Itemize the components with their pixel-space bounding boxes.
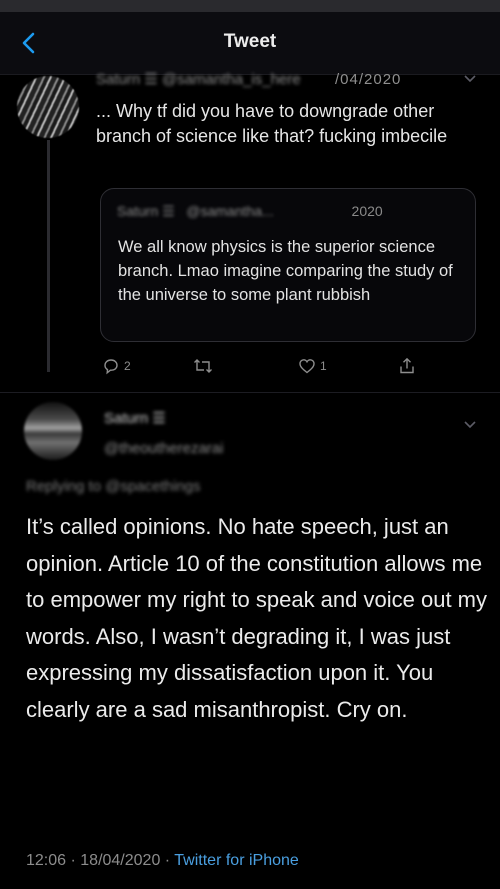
tweet-date: /04/2020 bbox=[335, 71, 402, 88]
page-title: Tweet bbox=[223, 31, 277, 52]
tweet-date: 18/04/2020 bbox=[80, 852, 161, 869]
source-link[interactable]: Twitter for iPhone bbox=[174, 852, 299, 869]
meta-separator: · bbox=[66, 852, 81, 869]
tweet-time: 12:06 bbox=[26, 852, 67, 869]
chevron-down-icon[interactable] bbox=[463, 420, 477, 430]
tweet-actions: 2 1 bbox=[102, 352, 432, 380]
quoted-tweet-header: Saturn ☰ @samantha... 2020 bbox=[117, 203, 383, 220]
header-bar: Tweet bbox=[0, 12, 500, 75]
reply-button[interactable]: 2 bbox=[102, 352, 131, 380]
like-count: 1 bbox=[320, 359, 327, 373]
divider bbox=[0, 392, 500, 393]
tweet-text: ... Why tf did you have to downgrade oth… bbox=[96, 101, 448, 146]
author-handle-blurred[interactable]: @theoutherezarai bbox=[104, 440, 223, 457]
share-icon bbox=[400, 357, 414, 374]
reply-icon bbox=[104, 359, 118, 375]
tweet-text: It’s called opinions. No hate speech, ju… bbox=[26, 514, 487, 722]
heart-icon bbox=[299, 359, 315, 374]
retweet-icon bbox=[194, 359, 212, 373]
avatar[interactable] bbox=[17, 76, 79, 138]
quoted-tweet-date: 2020 bbox=[351, 203, 383, 219]
avatar[interactable] bbox=[24, 402, 82, 460]
author-name-blurred[interactable]: Saturn ☰ bbox=[104, 409, 166, 427]
like-button[interactable]: 1 bbox=[298, 352, 327, 380]
quoted-author-name-blurred: Saturn ☰ bbox=[117, 203, 175, 219]
share-button[interactable] bbox=[398, 352, 416, 380]
meta-separator: · bbox=[160, 852, 175, 869]
author-name-blurred[interactable]: Saturn ☰ @samantha_is_here bbox=[96, 70, 301, 88]
tweet-meta: 12:06 · 18/04/2020 · Twitter for iPhone bbox=[26, 852, 299, 870]
quoted-tweet-text: We all know physics is the superior scie… bbox=[118, 238, 453, 304]
quoted-tweet-card[interactable]: Saturn ☰ @samantha... 2020 We all know p… bbox=[100, 188, 476, 342]
status-bar bbox=[0, 0, 500, 12]
reply-count: 2 bbox=[124, 359, 131, 373]
replying-to-blurred[interactable]: Replying to @spacethings bbox=[26, 478, 201, 495]
quoted-author-handle-blurred: @samantha... bbox=[186, 203, 274, 219]
retweet-button[interactable] bbox=[193, 352, 217, 380]
chevron-down-icon[interactable] bbox=[463, 74, 477, 84]
thread-line bbox=[47, 140, 50, 372]
